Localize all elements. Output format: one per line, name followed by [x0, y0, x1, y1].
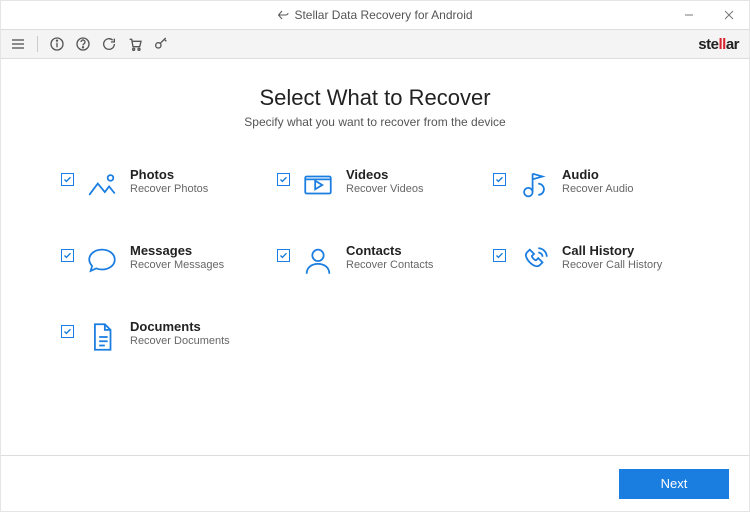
- toolbar-divider: [37, 36, 38, 52]
- checkbox-audio[interactable]: [493, 173, 506, 186]
- help-icon[interactable]: [74, 35, 92, 53]
- checkbox-messages[interactable]: [61, 249, 74, 262]
- option-contacts[interactable]: Contacts Recover Contacts: [277, 243, 473, 279]
- option-desc: Recover Contacts: [346, 259, 433, 271]
- option-title: Photos: [130, 167, 208, 182]
- contacts-icon: [300, 243, 336, 279]
- back-icon: [277, 9, 289, 21]
- option-messages[interactable]: Messages Recover Messages: [61, 243, 257, 279]
- option-title: Call History: [562, 243, 662, 258]
- callhistory-icon: [516, 243, 552, 279]
- option-title: Documents: [130, 319, 230, 334]
- documents-icon: [84, 319, 120, 355]
- footer: Next: [1, 455, 749, 511]
- refresh-icon[interactable]: [100, 35, 118, 53]
- option-photos[interactable]: Photos Recover Photos: [61, 167, 257, 203]
- window-title: Stellar Data Recovery for Android: [294, 8, 472, 22]
- option-title: Messages: [130, 243, 224, 258]
- option-title: Videos: [346, 167, 423, 182]
- option-title: Contacts: [346, 243, 433, 258]
- option-title: Audio: [562, 167, 634, 182]
- option-desc: Recover Messages: [130, 259, 224, 271]
- audio-icon: [516, 167, 552, 203]
- option-desc: Recover Call History: [562, 259, 662, 271]
- options-grid: Photos Recover Photos Videos Recover Vid…: [61, 167, 689, 355]
- page-subtitle: Specify what you want to recover from th…: [61, 115, 689, 129]
- cart-icon[interactable]: [126, 35, 144, 53]
- close-button[interactable]: [709, 1, 749, 29]
- brand-logo: stellar: [698, 36, 739, 53]
- option-desc: Recover Photos: [130, 183, 208, 195]
- toolbar: stellar: [1, 29, 749, 59]
- checkbox-photos[interactable]: [61, 173, 74, 186]
- option-desc: Recover Videos: [346, 183, 423, 195]
- option-audio[interactable]: Audio Recover Audio: [493, 167, 689, 203]
- messages-icon: [84, 243, 120, 279]
- option-desc: Recover Documents: [130, 335, 230, 347]
- key-icon[interactable]: [152, 35, 170, 53]
- menu-icon[interactable]: [9, 35, 27, 53]
- option-desc: Recover Audio: [562, 183, 634, 195]
- checkbox-contacts[interactable]: [277, 249, 290, 262]
- photos-icon: [84, 167, 120, 203]
- option-documents[interactable]: Documents Recover Documents: [61, 319, 257, 355]
- videos-icon: [300, 167, 336, 203]
- option-callhistory[interactable]: Call History Recover Call History: [493, 243, 689, 279]
- minimize-button[interactable]: [669, 1, 709, 29]
- checkbox-videos[interactable]: [277, 173, 290, 186]
- checkbox-callhistory[interactable]: [493, 249, 506, 262]
- titlebar: Stellar Data Recovery for Android: [1, 1, 749, 29]
- main-content: Select What to Recover Specify what you …: [1, 59, 749, 355]
- page-title: Select What to Recover: [61, 85, 689, 111]
- info-icon[interactable]: [48, 35, 66, 53]
- window-controls: [669, 1, 749, 29]
- checkbox-documents[interactable]: [61, 325, 74, 338]
- next-button[interactable]: Next: [619, 469, 729, 499]
- option-videos[interactable]: Videos Recover Videos: [277, 167, 473, 203]
